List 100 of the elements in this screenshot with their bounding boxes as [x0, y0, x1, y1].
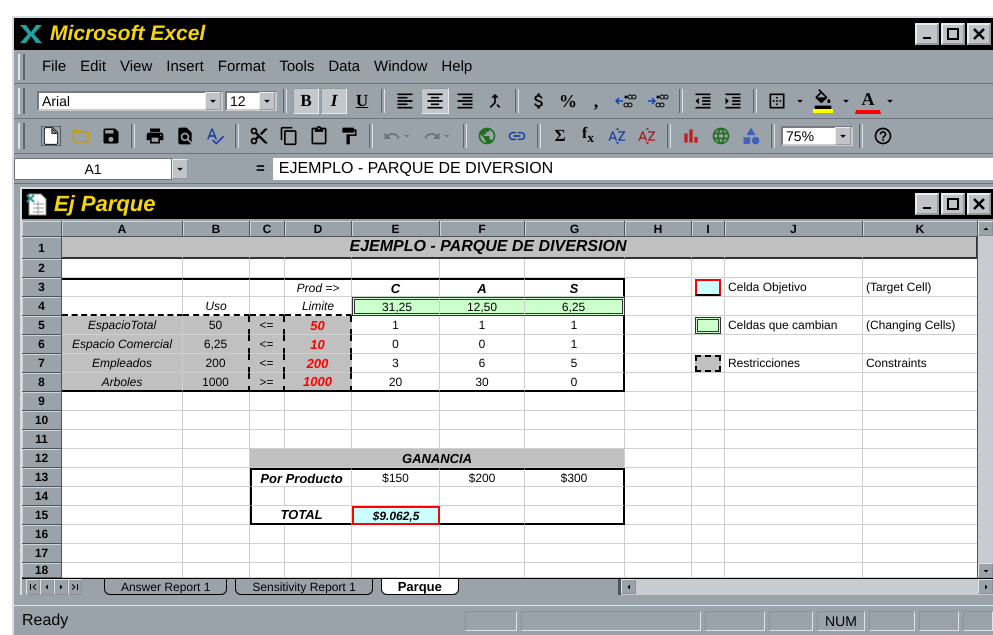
row-header[interactable]: 15 [22, 506, 62, 525]
row-header[interactable]: 12 [22, 449, 62, 468]
dropdown-button[interactable] [205, 92, 221, 110]
spreadsheet-cell [625, 468, 692, 487]
menu-item[interactable]: Data [321, 56, 368, 77]
spreadsheet-cell [183, 468, 250, 487]
row-header[interactable]: 4 [22, 297, 62, 316]
sheet-tab[interactable]: Parque [380, 579, 459, 595]
vertical-scrollbar[interactable] [977, 221, 993, 578]
spreadsheet-cell [692, 411, 725, 430]
minimize-icon [923, 37, 931, 39]
bold-button[interactable]: B [293, 88, 319, 114]
toolbar-grip[interactable] [18, 88, 25, 114]
column-header[interactable]: J [725, 221, 863, 237]
scissors-icon [249, 126, 269, 146]
scroll-left-button[interactable] [621, 579, 636, 594]
menu-item[interactable]: Help [434, 56, 480, 77]
sheet-tab[interactable]: Answer Report 1 [104, 579, 228, 595]
spreadsheet-cell [250, 278, 285, 297]
italic-button[interactable]: I [321, 88, 347, 114]
scroll-down-button[interactable] [978, 563, 993, 578]
spreadsheet-cell: S [525, 278, 625, 297]
menu-item[interactable]: Edit [73, 56, 114, 77]
minimize-button[interactable] [915, 193, 939, 215]
menu-item[interactable]: File [35, 56, 74, 77]
menu-item[interactable]: Window [367, 56, 434, 77]
spreadsheet-cell [625, 373, 692, 392]
close-button[interactable] [967, 23, 991, 45]
row-header[interactable]: 7 [22, 354, 62, 373]
dropdown-button[interactable] [835, 127, 851, 145]
font-field[interactable]: Arial [37, 91, 223, 111]
sheet-tab[interactable]: Sensitivity Report 1 [235, 579, 373, 595]
row-header[interactable]: 11 [22, 430, 62, 449]
font-size-field[interactable]: 12 [225, 91, 277, 111]
align-center-button[interactable] [421, 88, 449, 114]
column-header[interactable]: C [250, 221, 285, 237]
zoom-field[interactable]: 75% [781, 126, 853, 146]
font-color-button[interactable]: A [855, 88, 881, 114]
row-header[interactable]: 6 [22, 335, 62, 354]
spreadsheet-cell [625, 449, 692, 468]
next-sheet-button[interactable] [54, 579, 68, 595]
spreadsheet-cell [183, 411, 250, 430]
maximize-button[interactable] [941, 193, 965, 215]
toolbar-grip[interactable] [18, 54, 25, 80]
spreadsheet-cell [183, 259, 250, 278]
row-header[interactable]: 13 [22, 468, 62, 487]
column-header[interactable]: G [525, 221, 625, 237]
first-sheet-button[interactable] [26, 579, 40, 595]
spreadsheet-cell: 5 [525, 354, 625, 373]
name-box[interactable]: A1 [14, 158, 172, 180]
toolbar-grip[interactable] [18, 123, 25, 149]
select-all-button[interactable] [22, 221, 62, 237]
scroll-right-button[interactable] [978, 579, 993, 594]
row-header[interactable]: 8 [22, 373, 62, 392]
row-header[interactable]: 9 [22, 392, 62, 411]
row-header[interactable]: 17 [22, 544, 62, 563]
column-header[interactable]: H [625, 221, 692, 237]
spreadsheet-cell [250, 297, 285, 316]
last-sheet-button[interactable] [68, 579, 82, 595]
menu-item[interactable]: Insert [159, 56, 211, 77]
row-header[interactable]: 18 [22, 563, 62, 578]
spreadsheet-cell [285, 430, 352, 449]
menu-item[interactable]: Tools [272, 56, 322, 77]
spreadsheet-cell [625, 544, 692, 563]
formula-field[interactable]: EJEMPLO - PARQUE DE DIVERSION [272, 158, 993, 180]
spreadsheet-cell [692, 487, 725, 506]
row-header[interactable]: 10 [22, 411, 62, 430]
column-header[interactable]: K [863, 221, 977, 237]
number-format-button[interactable]: , [583, 88, 609, 114]
maximize-button[interactable] [941, 23, 965, 45]
underline-button[interactable]: U [349, 88, 375, 114]
row-header[interactable]: 14 [22, 487, 62, 506]
menu-item[interactable]: View [113, 56, 160, 77]
spreadsheet-cell [625, 506, 692, 525]
row-header[interactable]: 2 [22, 259, 62, 278]
name-box-dropdown[interactable] [172, 158, 188, 178]
row-header[interactable]: 3 [22, 278, 62, 297]
horizontal-scrollbar[interactable] [618, 579, 993, 595]
clipboard-icon [309, 126, 329, 146]
column-header[interactable]: E [352, 221, 440, 237]
column-header[interactable]: F [440, 221, 525, 237]
row-header[interactable]: 5 [22, 316, 62, 335]
previous-sheet-button[interactable] [40, 579, 54, 595]
column-header[interactable]: A [62, 221, 183, 237]
menu-item[interactable]: Format [210, 56, 272, 77]
close-button[interactable] [967, 193, 991, 215]
column-header[interactable]: I [692, 221, 725, 237]
row-header[interactable]: 1 [22, 237, 62, 259]
number-format-button[interactable]: % [555, 88, 581, 114]
column-header[interactable]: D [285, 221, 352, 237]
scroll-up-button[interactable] [978, 221, 993, 236]
row-header[interactable]: 16 [22, 525, 62, 544]
spreadsheet-cell: 6,25 [525, 297, 625, 316]
column-header[interactable]: B [183, 221, 250, 237]
minimize-button[interactable] [915, 23, 939, 45]
autosum-button[interactable]: Σ [547, 123, 573, 149]
globe-icon [711, 126, 731, 146]
app-logo-icon [18, 24, 44, 44]
function-button[interactable]: f$_{x}$ [575, 123, 601, 149]
dropdown-button[interactable] [259, 92, 275, 110]
